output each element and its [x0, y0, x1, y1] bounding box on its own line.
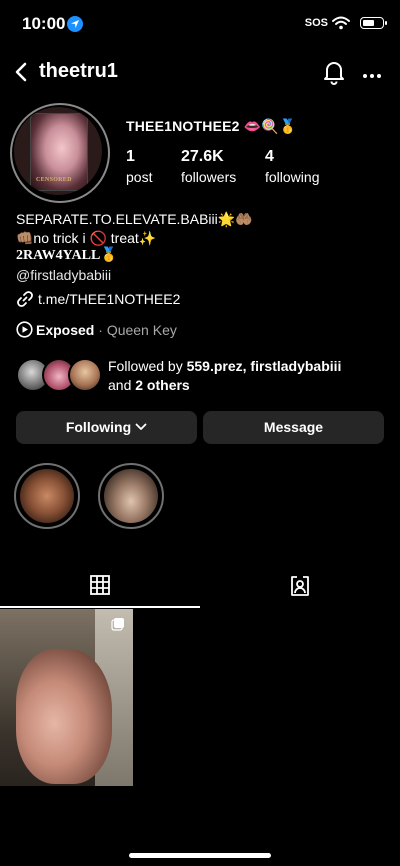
- following-button-label: Following: [65, 419, 132, 435]
- music-title: Exposed: [36, 322, 95, 338]
- chevron-down-icon: [135, 423, 147, 431]
- play-circle-icon: [16, 321, 33, 338]
- profile-username: theetru1: [39, 60, 118, 82]
- post-thumbnail[interactable]: [0, 609, 133, 786]
- profile-stats: 1 post 27.6K followers 4 following: [126, 148, 390, 188]
- link-icon: [17, 291, 33, 307]
- bio-line: 2RAW4YALL🥇: [16, 248, 118, 263]
- bio-mention-link[interactable]: @firstladybabiii: [16, 266, 384, 285]
- location-arrow-icon: [67, 16, 83, 32]
- wifi-icon: [332, 16, 350, 35]
- status-time: 10:00: [22, 14, 66, 33]
- music-artist: Queen Key: [106, 322, 177, 338]
- stat-value: 27.6K: [181, 148, 224, 165]
- top-nav: theetru1: [0, 52, 400, 92]
- tab-grid[interactable]: [0, 567, 200, 609]
- mutual-followers[interactable]: Followed by 559.prez, firstladybabiii an…: [16, 356, 384, 394]
- profile-screen: 10:00 SOS theetru1 CENSORED THEE1NOTHEE2…: [0, 0, 400, 866]
- highlight-cover: [104, 469, 158, 523]
- carousel-icon: [111, 618, 124, 631]
- link-text: t.me/THEE1NOTHEE2: [38, 291, 181, 307]
- message-button[interactable]: Message: [203, 411, 384, 444]
- followed-by-prefix: Followed by: [108, 358, 187, 374]
- battery-icon: [360, 17, 387, 29]
- bio-line: SEPARATE.TO.ELEVATE.BABiii🌟🤲🏽: [16, 211, 253, 227]
- music-separator: ·: [94, 322, 107, 338]
- story-highlight[interactable]: [98, 463, 164, 529]
- back-chevron-icon[interactable]: [8, 59, 34, 85]
- profile-tabs: [0, 567, 400, 609]
- stat-label: followers: [181, 169, 237, 185]
- display-name: THEE1NOTHEE2 👄🍭🥇: [126, 118, 297, 134]
- stat-label: post: [126, 169, 153, 185]
- message-button-label: Message: [263, 419, 324, 435]
- stat-value: 4: [265, 148, 274, 165]
- tagged-person-icon: [291, 576, 309, 596]
- active-tab-indicator: [0, 606, 200, 608]
- followed-by-middle: and: [108, 376, 136, 393]
- story-highlight[interactable]: [14, 463, 80, 529]
- mutual-avatar: [68, 358, 102, 392]
- sos-indicator: SOS: [304, 17, 328, 29]
- status-bar: 10:00 SOS: [0, 0, 400, 48]
- tab-tagged[interactable]: [200, 567, 400, 609]
- bio-line: 👊🏽no trick i 🚫 treat✨: [16, 229, 157, 246]
- stat-posts[interactable]: 1 post: [126, 148, 152, 185]
- bio: SEPARATE.TO.ELEVATE.BABiii🌟🤲🏽 👊🏽no trick…: [16, 210, 384, 284]
- avatar-overlay-text: CENSORED: [36, 177, 72, 183]
- grid-icon: [90, 575, 110, 595]
- bell-icon[interactable]: [322, 59, 346, 90]
- stat-following[interactable]: 4 following: [265, 148, 319, 185]
- followed-by-text: Followed by 559.prez, firstladybabiii an…: [108, 357, 341, 394]
- more-options-icon[interactable]: [362, 66, 382, 84]
- stat-followers[interactable]: 27.6K followers: [181, 148, 236, 185]
- followed-by-others: 2 others: [135, 376, 190, 393]
- stat-label: following: [265, 169, 320, 185]
- avatar[interactable]: CENSORED: [14, 107, 102, 195]
- home-indicator[interactable]: [129, 853, 271, 858]
- followed-by-names: 559.prez, firstladybabiii: [186, 358, 342, 374]
- following-button[interactable]: Following: [16, 411, 197, 444]
- highlight-cover: [20, 469, 74, 523]
- stat-value: 1: [126, 148, 135, 165]
